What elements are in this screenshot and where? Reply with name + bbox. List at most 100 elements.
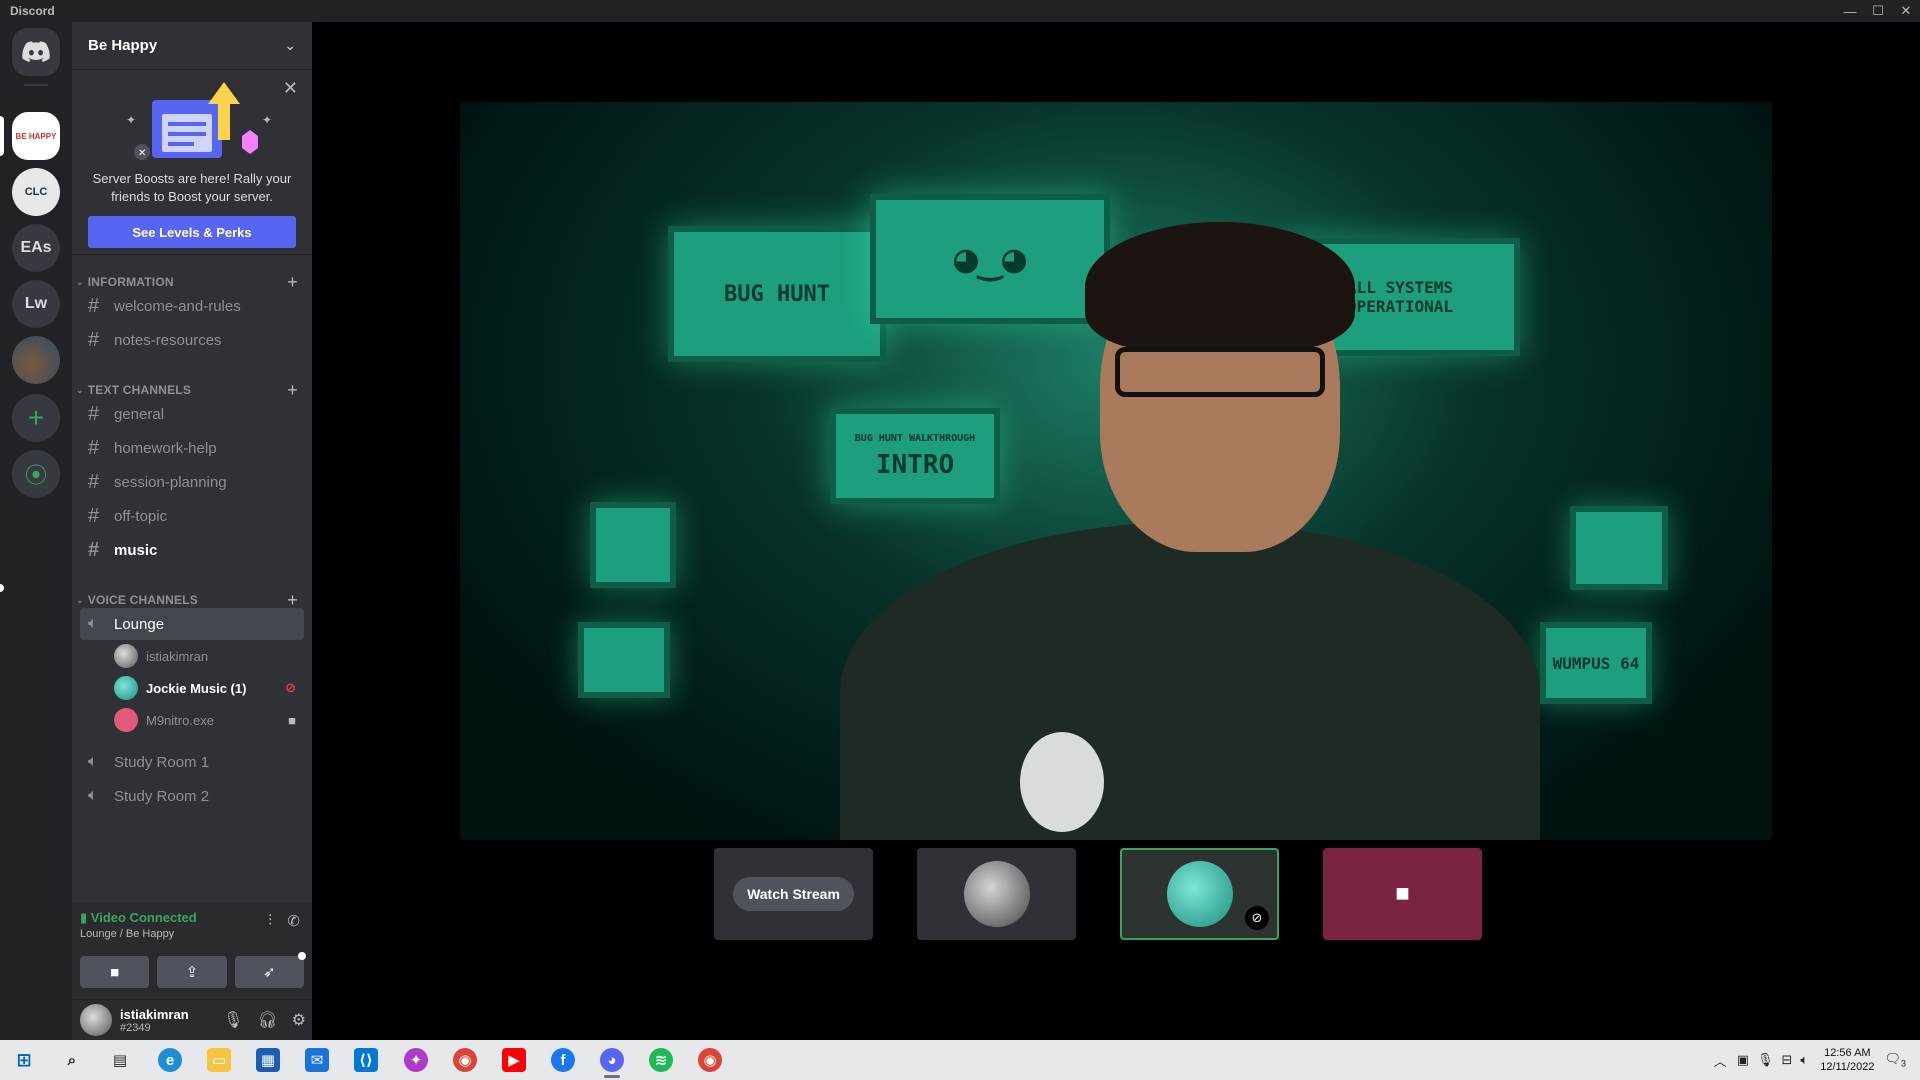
hash-icon: # [88, 436, 100, 459]
avatar [114, 708, 138, 732]
connection-location[interactable]: Lounge / Be Happy [80, 928, 174, 940]
close-window-icon[interactable]: ✕ [1892, 0, 1920, 22]
video-camera-button[interactable]: ■ [80, 956, 150, 988]
server-lw[interactable]: Lw [12, 280, 60, 328]
microphone-icon[interactable]: 🎙︎ [1757, 1052, 1774, 1068]
deafened-icon: ⊘ [285, 680, 296, 695]
hash-icon: # [88, 538, 100, 561]
minimize-icon[interactable]: — [1836, 0, 1864, 22]
server-be-happy-label: BE HAPPY [15, 131, 57, 141]
active-app-indicator [604, 1075, 620, 1078]
selected-server-pill [0, 116, 4, 156]
voice-user-label: M9nitro.exe [146, 712, 214, 728]
participant-tile-m9nitro[interactable]: ■ [1323, 848, 1482, 940]
edge-icon[interactable]: e [158, 1048, 182, 1072]
facebook-icon[interactable]: f [551, 1048, 575, 1072]
headphones-icon[interactable]: 🎧︎ [257, 1010, 277, 1030]
category-information[interactable]: ⌄ INFORMATION + [72, 272, 312, 292]
screen-wumpus-head: ◕‿◕ [870, 194, 1110, 324]
chevron-up-icon[interactable]: ︿ [1714, 1051, 1727, 1070]
maximize-icon[interactable]: ☐ [1864, 0, 1892, 22]
screen-wumpus-64: WUMPUS 64 [1540, 622, 1652, 704]
screen-intro-text: INTRO [875, 449, 955, 480]
participant-tile-stream[interactable]: Watch Stream [714, 848, 873, 940]
hash-icon: # [88, 402, 100, 425]
channel-label: homework-help [114, 439, 217, 457]
chrome-icon[interactable]: ◉ [698, 1048, 722, 1072]
voice-user-jockie-music[interactable]: Jockie Music (1) ⊘ [114, 674, 304, 702]
chevron-down-icon: ⌄ [284, 37, 296, 53]
vscode-icon[interactable]: ⟨⟩ [354, 1048, 378, 1072]
category-voice-label: VOICE CHANNELS [87, 593, 198, 607]
task-view-icon[interactable]: ▤ [108, 1048, 132, 1072]
screen-small-right [1570, 506, 1668, 590]
channel-welcome-and-rules[interactable]: # welcome-and-rules [80, 290, 304, 322]
see-levels-perks-button[interactable]: See Levels & Perks [88, 216, 296, 248]
user-panel: istiakimran #2349 🎙︎ 🎧︎ ⚙ [72, 1000, 312, 1040]
category-text-channels[interactable]: ⌄ TEXT CHANNELS + [72, 380, 312, 400]
clock[interactable]: 12:56 AM 12/11/2022 [1820, 1046, 1874, 1074]
channel-label: Study Room 2 [114, 787, 210, 805]
main-video-feed[interactable]: BUG HUNT ◕‿◕ ALL SYSTEMS OPERATIONAL BUG… [460, 102, 1772, 840]
microphone-icon[interactable]: 🎙︎ [223, 1010, 243, 1030]
volume-icon[interactable]: 🔈︎ [1800, 1052, 1808, 1068]
channel-off-topic[interactable]: # off-topic [80, 500, 304, 532]
notifications-icon[interactable]: 🗨︎3 [1884, 1051, 1906, 1069]
mail-icon[interactable]: ✉ [305, 1048, 329, 1072]
server-header[interactable]: Be Happy ⌄ [72, 22, 312, 70]
voice-user-istiakimran[interactable]: istiakimran [114, 642, 304, 670]
explore-servers-icon[interactable]: ⦿ [12, 450, 60, 498]
channel-music[interactable]: # music [80, 534, 304, 566]
chrome-icon[interactable]: ◉ [453, 1048, 477, 1072]
messenger-icon[interactable]: ✦ [404, 1048, 428, 1072]
channel-homework-help[interactable]: # homework-help [80, 432, 304, 464]
gear-icon[interactable]: ⚙ [292, 1010, 306, 1030]
search-icon[interactable]: ⌕ [60, 1048, 84, 1072]
meet-now-icon[interactable]: ▣ [1737, 1052, 1749, 1068]
rail-separator [24, 84, 48, 86]
add-server-icon[interactable]: + [12, 394, 60, 442]
avatar [1166, 861, 1233, 927]
category-voice-channels[interactable]: ⌄ VOICE CHANNELS + [72, 590, 312, 610]
store-icon[interactable]: ▦ [256, 1048, 280, 1072]
network-icon[interactable]: ⊟ [1782, 1052, 1793, 1068]
noise-suppression-icon[interactable]: ⫶ [268, 912, 272, 929]
channel-session-planning[interactable]: # session-planning [80, 466, 304, 498]
activity-rocket-button[interactable]: ➶ [234, 952, 306, 988]
voice-user-m9nitro[interactable]: M9nitro.exe ■ [114, 706, 304, 734]
participant-tile-istiakimran[interactable] [917, 848, 1076, 940]
svg-text:✕: ✕ [138, 148, 146, 159]
discord-taskbar-icon[interactable]: ◕ [600, 1048, 624, 1072]
channel-notes-resources[interactable]: # notes-resources [80, 324, 304, 356]
channel-label: notes-resources [114, 331, 222, 349]
avatar [963, 861, 1030, 927]
voice-channel-lounge[interactable]: 🔈︎ Lounge [80, 608, 304, 640]
discord-home-icon[interactable] [12, 28, 60, 76]
server-group-photo[interactable] [12, 336, 60, 384]
video-stage: BUG HUNT ◕‿◕ ALL SYSTEMS OPERATIONAL BUG… [312, 22, 1920, 1040]
voice-user-label: Jockie Music (1) [146, 680, 247, 696]
spotify-icon[interactable]: ≋ [649, 1048, 673, 1072]
file-explorer-icon[interactable]: ▭ [207, 1048, 231, 1072]
voice-channel-study-room-1[interactable]: 🔈︎ Study Room 1 [80, 746, 304, 778]
avatar[interactable] [80, 1004, 112, 1036]
user-tag: #2349 [120, 1021, 151, 1034]
youtube-icon[interactable]: ▶ [502, 1048, 526, 1072]
speaker-icon: 🔈︎ [88, 787, 98, 804]
server-clc[interactable]: CLC [12, 168, 60, 216]
windows-start-icon[interactable]: ⊞ [12, 1048, 36, 1072]
voice-user-label: istiakimran [146, 648, 209, 664]
channel-general[interactable]: # general [80, 398, 304, 430]
boost-promo-card: ✕ ✕ ✦ ✦ Server Boosts are here! Rally yo… [72, 70, 312, 255]
close-icon[interactable]: ✕ [283, 78, 298, 99]
server-eas[interactable]: EAs [12, 224, 60, 272]
server-be-happy[interactable]: BE HAPPY [12, 112, 60, 160]
channel-label: Lounge [114, 615, 165, 633]
watch-stream-button[interactable]: Watch Stream [733, 877, 854, 911]
disconnect-icon[interactable]: ✆ [287, 912, 300, 930]
avatar [114, 676, 138, 700]
participant-tile-jockie-music[interactable]: ⊘ [1120, 848, 1279, 940]
hash-icon: # [88, 294, 100, 317]
screen-share-button[interactable]: ⇪ [157, 956, 227, 988]
voice-channel-study-room-2[interactable]: 🔈︎ Study Room 2 [80, 780, 304, 812]
